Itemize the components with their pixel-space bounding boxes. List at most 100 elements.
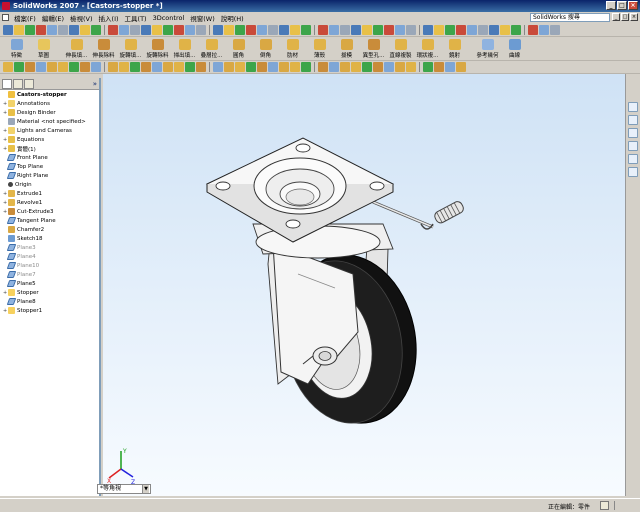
tool-button[interactable]: 特徵 [3, 37, 30, 60]
tree-item[interactable]: Plane5 [0, 279, 99, 288]
sketch-tool-icon[interactable] [119, 62, 129, 72]
tree-item[interactable]: Front Plane [0, 153, 99, 162]
standard-tool-icon[interactable] [141, 24, 151, 35]
standard-tool-icon[interactable] [36, 24, 46, 35]
tree-item[interactable]: Plane3 [0, 243, 99, 252]
tree-item[interactable]: Top Plane [0, 162, 99, 171]
menu-help[interactable]: 說明(H) [218, 13, 247, 23]
tool-button[interactable]: 伸長除料 [90, 37, 117, 60]
sketch-tool-icon[interactable] [163, 62, 173, 72]
standard-tool-icon[interactable] [550, 24, 560, 35]
tree-item[interactable]: Plane4 [0, 252, 99, 261]
standard-tool-icon[interactable] [511, 24, 521, 35]
tree-item[interactable]: + Annotations [0, 99, 99, 108]
sketch-tool-icon[interactable] [340, 62, 350, 72]
menu-3dcontrol[interactable]: 3Dcontrol [150, 14, 188, 22]
sketch-tool-icon[interactable] [406, 62, 416, 72]
view-palette-icon[interactable] [628, 154, 638, 164]
sketch-tool-icon[interactable] [318, 62, 328, 72]
standard-tool-icon[interactable] [235, 24, 245, 35]
menu-window[interactable]: 視窗(W) [187, 13, 218, 23]
standard-tool-icon[interactable] [224, 24, 234, 35]
doc-minimize-button[interactable]: _ [612, 13, 620, 21]
sketch-tool-icon[interactable] [69, 62, 79, 72]
tool-button[interactable]: 肋材 [279, 37, 306, 60]
tree-item[interactable]: + Lights and Cameras [0, 126, 99, 135]
tree-item[interactable]: Sketch18 [0, 234, 99, 243]
menu-insert[interactable]: 插入(I) [96, 13, 122, 23]
sketch-tool-icon[interactable] [279, 62, 289, 72]
sketch-tool-icon[interactable] [141, 62, 151, 72]
standard-tool-icon[interactable] [406, 24, 416, 35]
tree-item[interactable]: + Revolve1 [0, 198, 99, 207]
search-icon[interactable] [628, 141, 638, 151]
standard-tool-icon[interactable] [58, 24, 68, 35]
menu-tools[interactable]: 工具(T) [122, 13, 150, 23]
sketch-tool-icon[interactable] [14, 62, 24, 72]
standard-tool-icon[interactable] [373, 24, 383, 35]
sketch-tool-icon[interactable] [80, 62, 90, 72]
sketch-tool-icon[interactable] [329, 62, 339, 72]
standard-tool-icon[interactable] [152, 24, 162, 35]
tab-configuration-manager[interactable] [24, 78, 34, 89]
standard-tool-icon[interactable] [119, 24, 129, 35]
standard-tool-icon[interactable] [340, 24, 350, 35]
standard-tool-icon[interactable] [395, 24, 405, 35]
standard-tool-icon[interactable] [467, 24, 477, 35]
tree-item[interactable]: Origin [0, 180, 99, 189]
sketch-tool-icon[interactable] [246, 62, 256, 72]
sketch-tool-icon[interactable] [351, 62, 361, 72]
view-tab[interactable]: *等角視 ▼ [97, 484, 151, 494]
design-library-icon[interactable] [628, 115, 638, 125]
standard-tool-icon[interactable] [456, 24, 466, 35]
tree-item[interactable]: + 實體(1) [0, 144, 99, 153]
tree-item[interactable]: Plane7 [0, 270, 99, 279]
sketch-tool-icon[interactable] [3, 62, 13, 72]
standard-tool-icon[interactable] [489, 24, 499, 35]
sketch-tool-icon[interactable] [290, 62, 300, 72]
tool-button[interactable]: 曲線 [501, 37, 528, 60]
standard-tool-icon[interactable] [423, 24, 433, 35]
tool-button[interactable]: 旋轉填... [117, 37, 144, 60]
standard-tool-icon[interactable] [290, 24, 300, 35]
standard-tool-icon[interactable] [539, 24, 549, 35]
standard-tool-icon[interactable] [3, 24, 13, 35]
tree-item[interactable]: Castors-stopper [0, 90, 99, 99]
tool-button[interactable]: 草圖 [30, 37, 57, 60]
tool-button[interactable]: 圓角 [225, 37, 252, 60]
standard-tool-icon[interactable] [318, 24, 328, 35]
standard-tool-icon[interactable] [163, 24, 173, 35]
sketch-tool-icon[interactable] [47, 62, 57, 72]
tool-button[interactable]: 參考幾何 [474, 37, 501, 60]
tree-item[interactable]: Tangent Plane [0, 216, 99, 225]
standard-tool-icon[interactable] [25, 24, 35, 35]
chevron-down-icon[interactable]: ▼ [142, 485, 149, 493]
doc-close-button[interactable]: × [630, 13, 638, 21]
tree-item[interactable]: Plane8 [0, 297, 99, 306]
menu-edit[interactable]: 編輯(E) [39, 13, 67, 23]
tree-item[interactable]: Right Plane [0, 171, 99, 180]
standard-tool-icon[interactable] [196, 24, 206, 35]
standard-tool-icon[interactable] [384, 24, 394, 35]
sketch-tool-icon[interactable] [268, 62, 278, 72]
standard-tool-icon[interactable] [279, 24, 289, 35]
sketch-tool-icon[interactable] [384, 62, 394, 72]
standard-tool-icon[interactable] [257, 24, 267, 35]
tool-button[interactable]: 環狀複... [414, 37, 441, 60]
standard-tool-icon[interactable] [362, 24, 372, 35]
sketch-tool-icon[interactable] [196, 62, 206, 72]
standard-tool-icon[interactable] [69, 24, 79, 35]
sketch-tool-icon[interactable] [456, 62, 466, 72]
tool-button[interactable]: 疊層拉... [198, 37, 225, 60]
standard-tool-icon[interactable] [351, 24, 361, 35]
maximize-button[interactable]: □ [617, 1, 627, 10]
file-explorer-icon[interactable] [628, 128, 638, 138]
standard-tool-icon[interactable] [500, 24, 510, 35]
standard-tool-icon[interactable] [108, 24, 118, 35]
sketch-tool-icon[interactable] [152, 62, 162, 72]
standard-tool-icon[interactable] [185, 24, 195, 35]
standard-tool-icon[interactable] [47, 24, 57, 35]
sketch-tool-icon[interactable] [213, 62, 223, 72]
sketch-tool-icon[interactable] [434, 62, 444, 72]
tree-item[interactable]: + Stopper1 [0, 306, 99, 315]
